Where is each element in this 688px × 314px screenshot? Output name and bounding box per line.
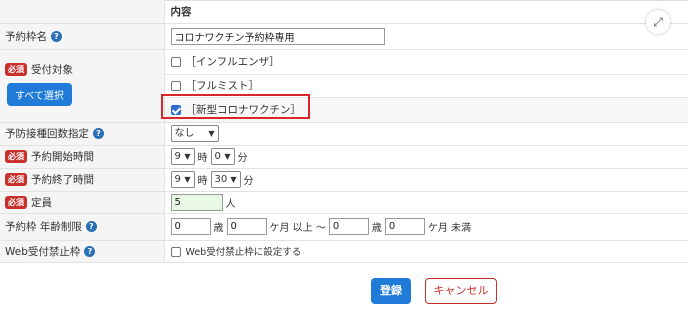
slot-name-label: 予約枠名? [0,23,165,50]
target-label: 必須 受付対象 すべて選択 [0,49,165,123]
target-options-cell: ［インフルエンザ］ ［フルミスト］ ［新型コロナワクチン］ [164,49,688,123]
chevron-down-icon: ▼ [224,152,231,161]
end-minute-select[interactable]: 30 ▼ [210,171,241,188]
chevron-down-icon: ▼ [208,129,215,138]
dose-count-label: 予防接種回数指定? [0,122,165,146]
help-icon[interactable]: ? [84,245,96,257]
age-limit-label: 予約枠 年齢制限? [0,213,165,241]
capacity-cell: 人 [164,191,688,214]
min-years-input[interactable] [170,218,211,235]
reservation-form: 内容 予約枠名? 必須受付対象 すべて選択 ［インフルエンザ］ ［フルミスト］ [0,0,688,263]
min-months-input[interactable] [226,218,267,235]
help-icon[interactable]: ? [93,128,104,139]
capacity-label: 必須 定員 [0,191,165,214]
slot-name-cell [164,23,688,50]
web-block-checkbox[interactable] [170,247,181,257]
end-hour-select[interactable]: 9 ▼ [170,171,195,188]
max-years-input[interactable] [328,218,369,235]
expand-icon[interactable]: ⤢ [646,10,670,34]
cancel-button[interactable]: キャンセル [425,278,497,304]
end-time-cell: 9 ▼ 時 30 ▼ 分 [164,168,688,192]
capacity-input[interactable] [170,193,223,211]
required-badge: 必須 [5,62,27,76]
chevron-down-icon: ▼ [184,175,191,184]
dose-count-select[interactable]: なし ▼ [170,125,219,142]
web-block-cell: Web受付禁止枠に設定する [164,240,688,263]
start-hour-select[interactable]: 9 ▼ [170,148,195,165]
checkbox-flumist[interactable] [170,80,181,91]
start-time-label: 必須 予約開始時間 [0,145,165,169]
start-minute-select[interactable]: 0 ▼ [210,148,235,165]
required-badge: 必須 [5,195,27,209]
slot-name-input[interactable] [170,27,385,45]
checkbox-influenza[interactable] [170,56,181,67]
web-block-label: Web受付禁止枠? [0,240,165,263]
header-label-cell [0,0,165,24]
submit-button[interactable]: 登録 [371,278,411,304]
required-badge: 必須 [5,173,27,186]
max-months-input[interactable] [384,218,425,235]
target-option-flumist[interactable]: ［フルミスト］ [164,75,688,98]
checkbox-covid[interactable] [170,104,181,115]
content-column-header: 内容 [164,0,688,24]
end-time-label: 必須 予約終了時間 [0,168,165,192]
dose-count-cell: なし ▼ [164,122,688,146]
target-option-influenza[interactable]: ［インフルエンザ］ [164,50,688,75]
start-time-cell: 9 ▼ 時 0 ▼ 分 [164,145,688,169]
chevron-down-icon: ▼ [184,152,191,161]
help-icon[interactable]: ? [51,30,62,42]
chevron-down-icon: ▼ [230,175,237,184]
select-all-button[interactable]: すべて選択 [7,82,72,106]
required-badge: 必須 [5,150,27,163]
target-option-covid[interactable]: ［新型コロナワクチン］ [164,97,688,122]
age-limit-cell: 歳ケ月 以上 〜歳ケ月 未満 [164,213,688,241]
help-icon[interactable]: ? [85,221,97,232]
